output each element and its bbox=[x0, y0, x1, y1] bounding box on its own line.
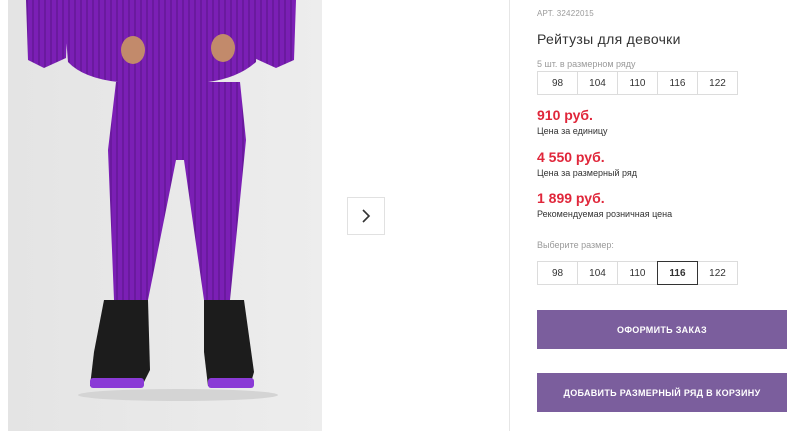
pack-price: 4 550 руб. bbox=[537, 149, 605, 165]
pack-sizes: 98 104 110 116 122 bbox=[537, 71, 738, 95]
pack-size-label: 5 шт. в размерном ряду bbox=[537, 59, 636, 69]
pack-size-104: 104 bbox=[577, 71, 618, 95]
order-button[interactable]: ОФОРМИТЬ ЗАКАЗ bbox=[537, 310, 787, 349]
retail-price: 1 899 руб. bbox=[537, 190, 605, 206]
retail-price-label: Рекомендуемая розничная цена bbox=[537, 209, 673, 219]
size-option-98[interactable]: 98 bbox=[537, 261, 578, 285]
unit-price: 910 руб. bbox=[537, 107, 593, 123]
size-option-110[interactable]: 110 bbox=[617, 261, 658, 285]
pack-size-116: 116 bbox=[657, 71, 698, 95]
choose-size-label: Выберите размер: bbox=[537, 240, 614, 250]
chevron-right-icon bbox=[362, 209, 371, 223]
product-title: Рейтузы для девочки bbox=[537, 31, 681, 47]
add-pack-to-cart-button[interactable]: ДОБАВИТЬ РАЗМЕРНЫЙ РЯД В КОРЗИНУ bbox=[537, 373, 787, 412]
pack-size-122: 122 bbox=[697, 71, 738, 95]
pack-size-98: 98 bbox=[537, 71, 578, 95]
pack-size-110: 110 bbox=[617, 71, 658, 95]
product-photo bbox=[8, 0, 322, 431]
size-option-104[interactable]: 104 bbox=[577, 261, 618, 285]
article-number: АРТ. 32422015 bbox=[537, 9, 594, 18]
unit-price-label: Цена за единицу bbox=[537, 126, 608, 136]
size-picker: 98 104 110 116 122 bbox=[537, 261, 738, 285]
size-option-116[interactable]: 116 bbox=[657, 261, 698, 285]
gallery-next-button[interactable] bbox=[347, 197, 385, 235]
pack-price-label: Цена за размерный ряд bbox=[537, 168, 638, 178]
product-image bbox=[8, 0, 322, 431]
size-option-122[interactable]: 122 bbox=[697, 261, 738, 285]
